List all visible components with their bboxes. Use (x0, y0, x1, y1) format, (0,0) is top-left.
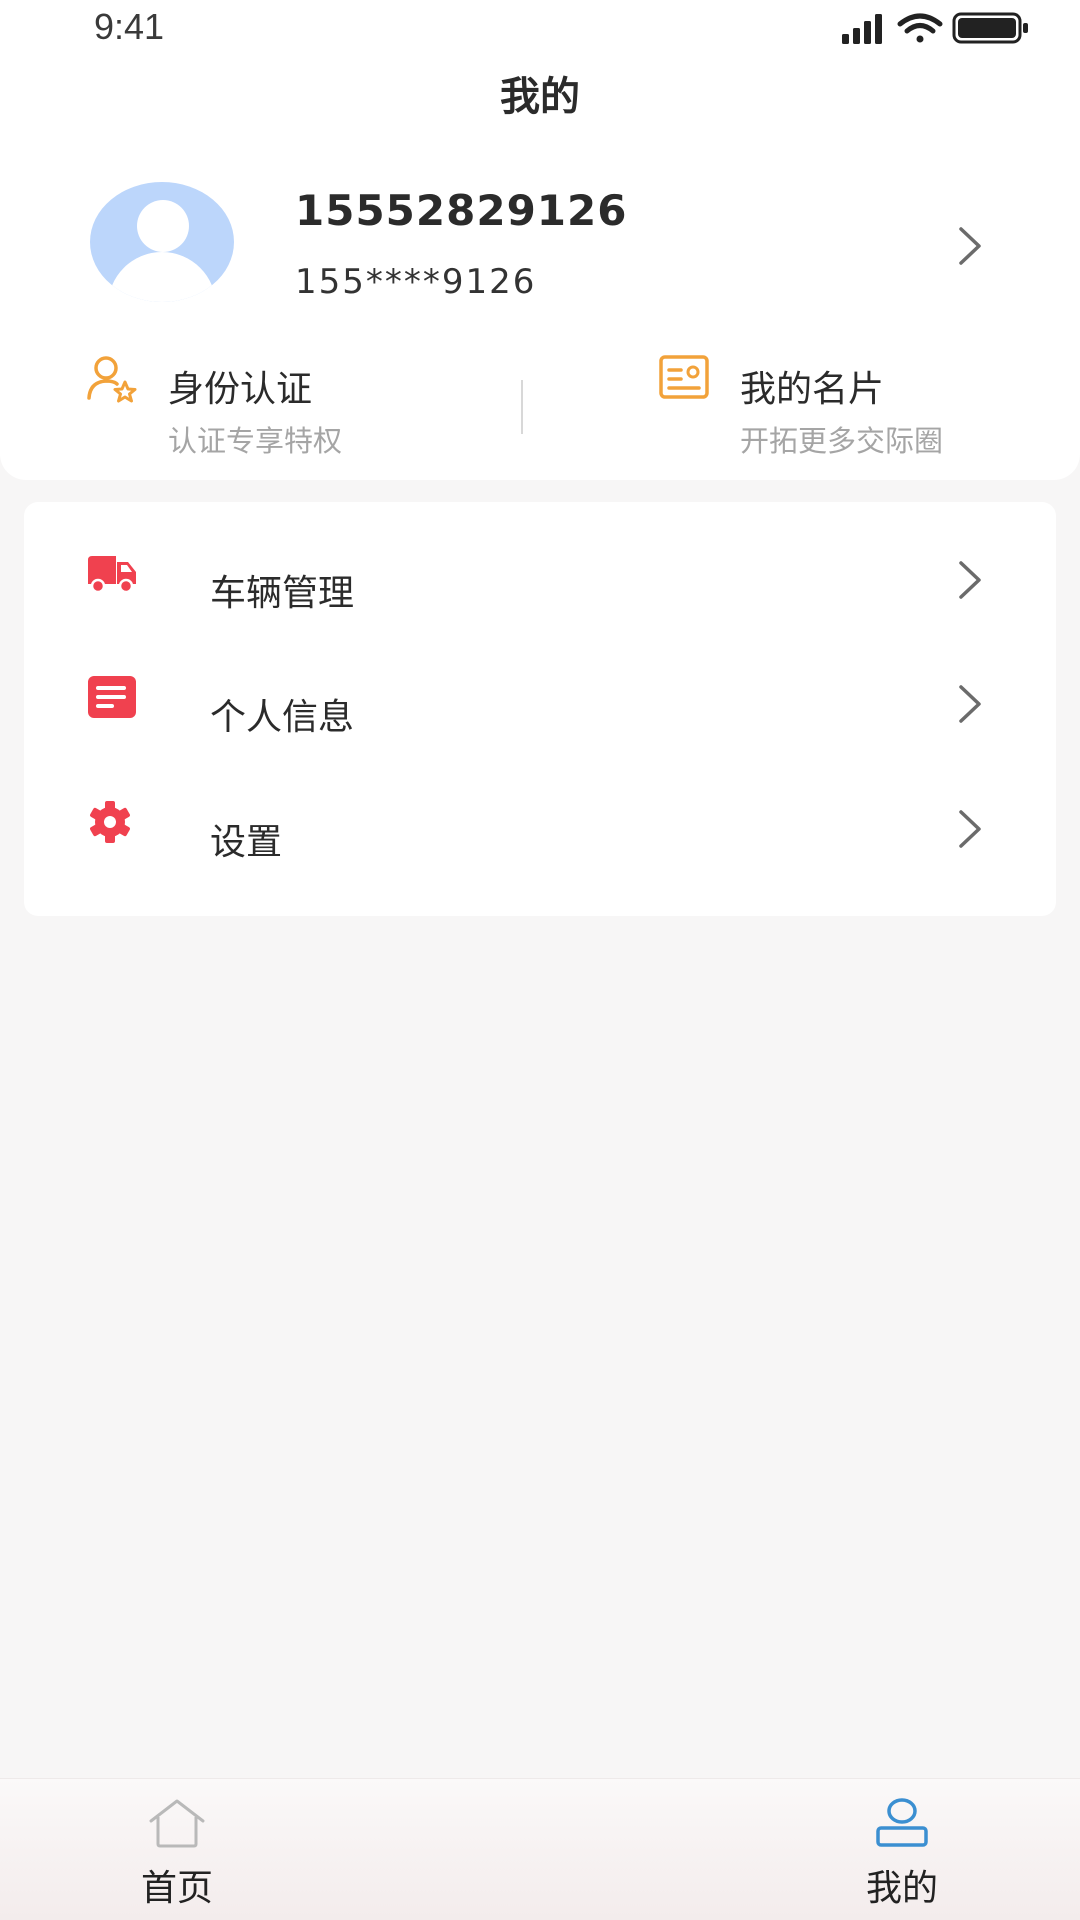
menu-label: 设置 (210, 822, 283, 863)
tab-label: 首页 (140, 1868, 213, 1909)
gear-icon (90, 801, 130, 843)
menu-label: 车辆管理 (210, 573, 355, 614)
identity-verification-button[interactable]: 身份认证 认证专享特权 (86, 350, 506, 460)
menu-label: 个人信息 (210, 697, 355, 738)
quick-title: 我的名片 (740, 369, 885, 410)
menu-item-personal-info[interactable]: 个人信息 (24, 638, 1056, 758)
tab-home[interactable]: 首页 (77, 1779, 277, 1920)
menu-item-vehicle-management[interactable]: 车辆管理 (24, 514, 1056, 634)
avatar[interactable] (90, 182, 234, 302)
profile-name: 15552829126 (295, 186, 628, 235)
person-icon (876, 1798, 928, 1847)
divider (521, 380, 523, 434)
quick-subtitle: 开拓更多交际圈 (740, 424, 944, 458)
tab-mine[interactable]: 我的 (802, 1779, 1002, 1920)
menu-card: 车辆管理 个人信息 设置 (24, 502, 1056, 916)
status-bar: 9:41 (0, 0, 1080, 56)
page-title: 我的 (500, 74, 580, 120)
page: 9:41 我的 15552829126 155****9126 身份认证 认证专… (0, 0, 1080, 1920)
profile-card: 9:41 我的 15552829126 155****9126 身份认证 认证专… (0, 0, 1080, 480)
status-icons (842, 12, 1028, 44)
chevron-right-icon[interactable] (956, 224, 984, 268)
profile-phone: 155****9126 (295, 262, 537, 302)
truck-icon (88, 556, 136, 594)
signal-icon (842, 14, 882, 44)
document-icon (88, 676, 136, 718)
business-card-button[interactable]: 我的名片 开拓更多交际圈 (658, 350, 1038, 460)
chevron-right-icon (959, 685, 981, 723)
avatar-body (108, 252, 216, 302)
home-icon (149, 1799, 205, 1848)
quick-title: 身份认证 (168, 369, 313, 410)
card-icon (659, 355, 709, 399)
chevron-right-icon (959, 810, 981, 848)
status-time: 9:41 (94, 6, 165, 47)
chevron-right-icon (959, 561, 981, 599)
profile-row[interactable]: 15552829126 155****9126 (0, 178, 1080, 308)
tab-label: 我的 (865, 1868, 938, 1909)
wifi-icon (897, 13, 943, 43)
avatar-head (137, 200, 189, 252)
tab-bar: 首页 我的 (0, 1778, 1080, 1920)
user-star-icon (87, 356, 137, 403)
battery-icon (952, 12, 1028, 44)
quick-actions: 身份认证 认证专享特权 我的名片 开拓更多交际圈 (0, 350, 1080, 460)
menu-item-settings[interactable]: 设置 (24, 763, 1056, 883)
quick-subtitle: 认证专享特权 (168, 424, 343, 458)
